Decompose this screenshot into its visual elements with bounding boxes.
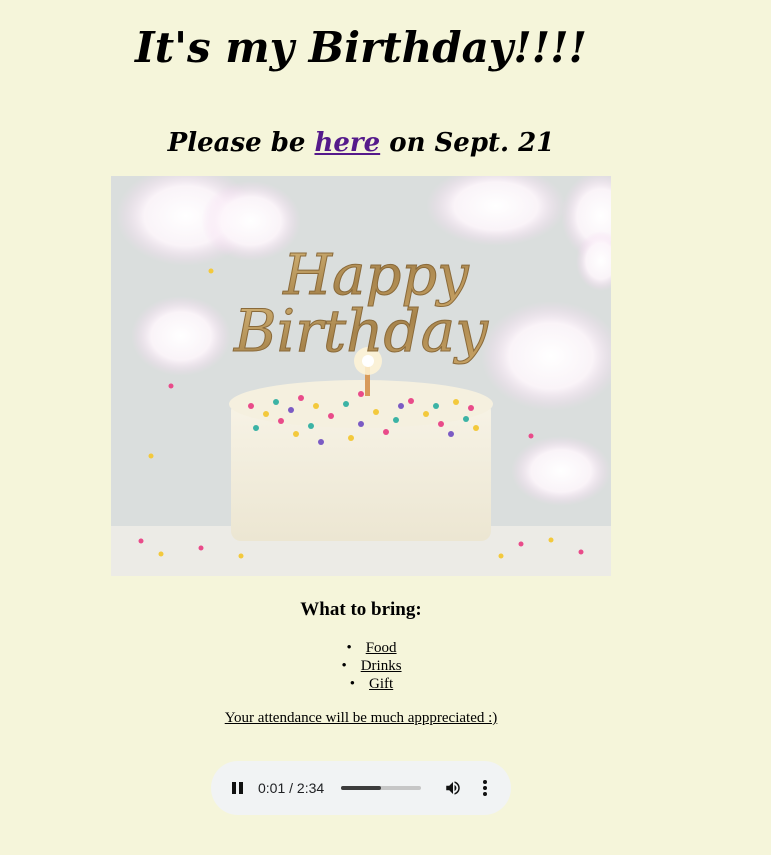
audio-progress-fill: [341, 786, 381, 790]
time-separator: /: [285, 780, 297, 796]
topper-text-birthday: Birthday: [233, 297, 489, 365]
page-title: It's my Birthday!!!!: [135, 23, 587, 72]
current-time: 0:01: [258, 780, 286, 796]
duration: 2:34: [296, 780, 325, 796]
more-options-icon[interactable]: [481, 780, 489, 796]
bring-item-drinks-link[interactable]: Drinks: [361, 658, 402, 674]
list-item: Gift: [0, 675, 743, 693]
bring-item-food-link[interactable]: Food: [366, 640, 397, 656]
subtitle-text-before: Please be: [167, 128, 315, 158]
birthday-cake-image: Happy Birthday: [111, 176, 611, 576]
page: It's my Birthday!!!! Please be here on S…: [0, 0, 722, 160]
what-to-bring-heading: What to bring:: [300, 599, 422, 620]
here-link[interactable]: here: [314, 128, 380, 158]
bring-item-gift-link[interactable]: Gift: [369, 676, 393, 692]
attendance-note: Your attendance will be much apppreciate…: [0, 709, 722, 727]
list-item: Drinks: [0, 657, 743, 675]
audio-progress-slider[interactable]: [341, 786, 421, 790]
audio-player: 0:01 / 2:34: [211, 761, 511, 815]
attendance-link[interactable]: Your attendance will be much apppreciate…: [225, 710, 498, 726]
audio-time: 0:01 / 2:34: [258, 779, 324, 797]
bring-list: Food Drinks Gift: [0, 639, 743, 693]
pause-icon[interactable]: [231, 781, 245, 795]
list-item: Food: [0, 639, 743, 657]
invite-subtitle: Please be here on Sept. 21: [0, 74, 722, 160]
subtitle-text-after: on Sept. 21: [380, 128, 555, 158]
volume-icon[interactable]: [444, 779, 462, 797]
